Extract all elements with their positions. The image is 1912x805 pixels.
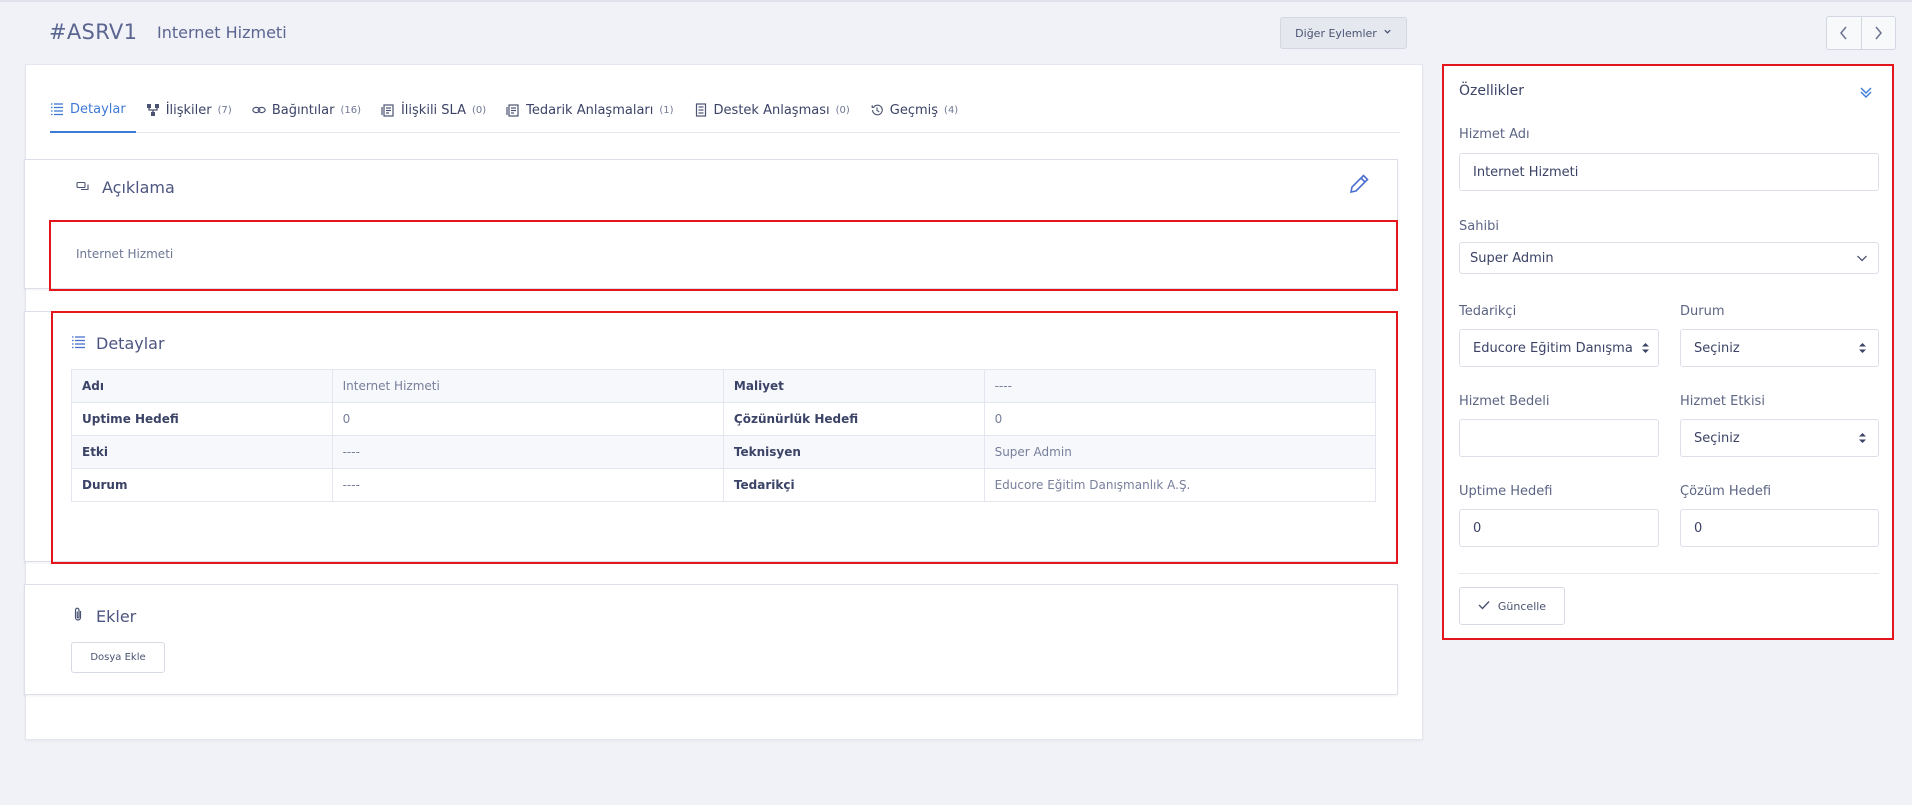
service-code: #ASRV1 xyxy=(49,20,138,44)
details-header: Detaylar xyxy=(71,334,165,353)
detail-key: Etki xyxy=(71,435,333,469)
top-bar: #ASRV1 Internet Hizmeti Diğer Eylemler xyxy=(0,0,1912,62)
table-row: Etki ---- Teknisyen Super Admin xyxy=(71,435,1377,469)
tab-label: İlişkili SLA xyxy=(400,102,466,118)
pencil-icon xyxy=(1349,174,1369,194)
tab-label: Geçmiş xyxy=(889,102,939,118)
add-file-button[interactable]: Dosya Ekle xyxy=(71,642,165,673)
attachments-header: Ekler xyxy=(73,606,136,626)
other-actions-dropdown[interactable]: Diğer Eylemler xyxy=(1280,17,1407,49)
tab-bagintilar[interactable]: Bağıntılar (16) xyxy=(252,97,371,133)
tab-label: Tedarik Anlaşmaları xyxy=(526,102,654,118)
detail-value: ---- xyxy=(331,435,724,469)
detail-key: Çözünürlük Hedefi xyxy=(722,402,985,436)
tab-label: Bağıntılar xyxy=(271,102,335,118)
description-header: Açıklama xyxy=(76,178,175,197)
description-title: Açıklama xyxy=(102,178,175,197)
attachments-panel xyxy=(24,584,1398,695)
tab-iliskiler[interactable]: İlişkiler (7) xyxy=(146,97,242,133)
detail-value: 0 xyxy=(983,402,1377,436)
detail-value: Super Admin xyxy=(983,435,1377,469)
details-table: Adı Internet Hizmeti Maliyet ---- Uptime… xyxy=(71,369,1377,502)
record-navigation xyxy=(1826,16,1896,50)
table-row: Adı Internet Hizmeti Maliyet ---- xyxy=(71,369,1377,403)
document-icon xyxy=(381,103,395,117)
page-icon xyxy=(694,103,708,117)
comment-icon xyxy=(76,178,90,197)
tab-iliskili-sla[interactable]: İlişkili SLA (0) xyxy=(381,97,496,133)
attachments-title: Ekler xyxy=(96,606,137,626)
tab-destek-anlasmasi[interactable]: Destek Anlaşması (0) xyxy=(694,97,860,133)
tab-detaylar[interactable]: Detaylar xyxy=(50,97,136,133)
history-icon xyxy=(870,103,884,117)
tab-count: (1) xyxy=(659,104,674,116)
table-row: Durum ---- Tedarikçi Educore Eğitim Danı… xyxy=(71,468,1377,502)
link-icon xyxy=(252,103,266,117)
detail-value: ---- xyxy=(983,369,1377,403)
tab-count: (0) xyxy=(835,104,850,116)
previous-record-button[interactable] xyxy=(1827,17,1862,49)
tab-label: Detaylar xyxy=(70,101,126,117)
page-title: Internet Hizmeti xyxy=(157,23,287,42)
tab-gecmis[interactable]: Geçmiş (4) xyxy=(870,97,968,133)
tab-count: (16) xyxy=(340,104,361,116)
list-icon xyxy=(71,334,86,353)
tab-tedarik-anlasmalari[interactable]: Tedarik Anlaşmaları (1) xyxy=(506,97,683,133)
details-title: Detaylar xyxy=(96,334,165,353)
tab-bar: Detaylar İlişkiler (7) Bağıntılar (16) İ… xyxy=(50,97,1400,133)
hierarchy-icon xyxy=(146,103,160,117)
description-highlight xyxy=(49,220,1398,291)
detail-value: ---- xyxy=(331,468,724,502)
chevron-right-icon xyxy=(1875,26,1883,40)
detail-key: Tedarikçi xyxy=(722,468,985,502)
tab-count: (4) xyxy=(944,104,959,116)
description-text: Internet Hizmeti xyxy=(76,247,174,261)
properties-highlight xyxy=(1442,64,1894,640)
detail-value: 0 xyxy=(331,402,724,436)
paperclip-icon xyxy=(73,606,83,626)
list-icon xyxy=(50,102,64,116)
other-actions-label: Diğer Eylemler xyxy=(1295,26,1377,40)
detail-key: Durum xyxy=(71,468,333,502)
chevron-down-icon xyxy=(1383,27,1392,39)
edit-description-button[interactable] xyxy=(1348,173,1370,195)
chevron-left-icon xyxy=(1839,26,1847,40)
detail-key: Adı xyxy=(71,369,333,403)
detail-key: Maliyet xyxy=(722,369,985,403)
table-row: Uptime Hedefi 0 Çözünürlük Hedefi 0 xyxy=(71,402,1377,436)
tab-count: (7) xyxy=(217,104,232,116)
detail-value: Educore Eğitim Danışmanlık A.Ş. xyxy=(983,468,1377,502)
detail-value: Internet Hizmeti xyxy=(331,369,724,403)
tab-label: Destek Anlaşması xyxy=(713,102,830,118)
detail-key: Uptime Hedefi xyxy=(71,402,333,436)
tab-count: (0) xyxy=(471,104,487,116)
next-record-button[interactable] xyxy=(1862,17,1896,49)
document-icon xyxy=(506,103,520,117)
detail-key: Teknisyen xyxy=(722,435,985,469)
tab-label: İlişkiler xyxy=(165,102,212,118)
